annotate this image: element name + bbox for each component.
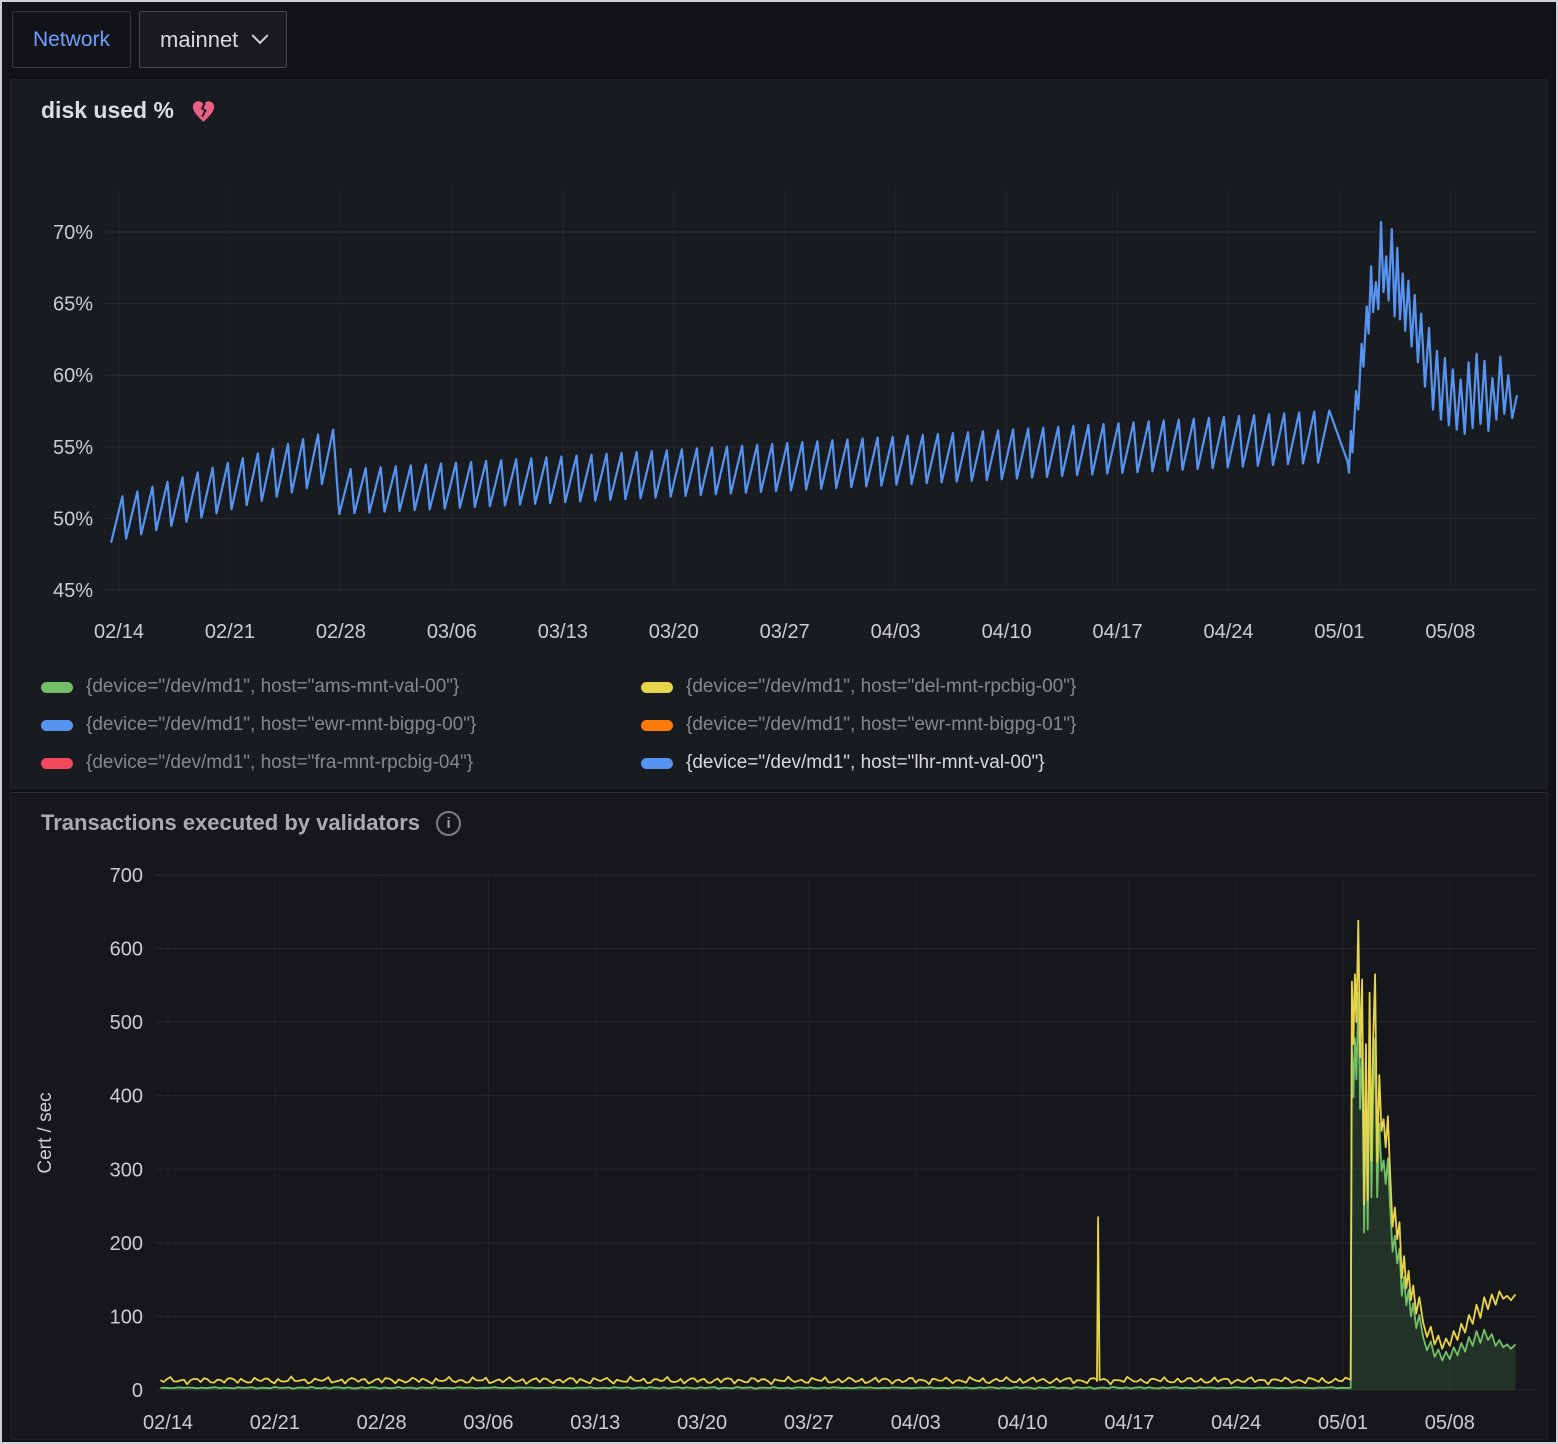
disk-used-panel-title[interactable]: disk used %: [41, 97, 174, 124]
x-tick-label: 04/10: [982, 621, 1032, 643]
legend-color-marker: [41, 758, 73, 769]
y-tick-label: 45%: [53, 580, 93, 602]
legend-item-label: {device="/dev/md1", host="fra-mnt-rpcbig…: [86, 752, 473, 774]
x-tick-label: 03/20: [649, 621, 699, 643]
legend-item-ams-mnt-val-00[interactable]: {device="/dev/md1", host="ams-mnt-val-00…: [41, 676, 641, 698]
y-tick-label: 100: [110, 1306, 143, 1328]
disk-used-chart[interactable]: 45% 50% 55% 60% 65% 70% 02/14 02/21 02/28 03/06 03…: [11, 124, 1547, 664]
y-tick-label: 200: [110, 1233, 143, 1255]
x-tick-label: 04/10: [998, 1412, 1048, 1434]
legend-item-label: {device="/dev/md1", host="ewr-mnt-bigpg-…: [686, 714, 1076, 736]
y-tick-label: 500: [110, 1012, 143, 1034]
y-tick-label: 65%: [53, 294, 93, 316]
legend-item-ewr-mnt-bigpg-01[interactable]: {device="/dev/md1", host="ewr-mnt-bigpg-…: [641, 714, 1547, 736]
x-tick-label: 02/21: [250, 1412, 300, 1434]
disk-used-panel: disk used % 45% 50% 55% 60% 65% 70% 02/14 02/21…: [10, 79, 1548, 789]
y-tick-label: 70%: [53, 222, 93, 244]
legend-color-marker: [641, 758, 673, 769]
y-axis-title: Cert / sec: [35, 1092, 56, 1173]
x-tick-label: 03/20: [677, 1412, 727, 1434]
transactions-line-validators-yellow: [160, 921, 1515, 1385]
legend-color-marker: [41, 682, 73, 693]
y-tick-label: 300: [110, 1159, 143, 1181]
legend-item-label: {device="/dev/md1", host="ewr-mnt-bigpg-…: [86, 714, 476, 736]
info-icon[interactable]: i: [436, 811, 461, 836]
y-tick-label: 55%: [53, 437, 93, 459]
legend-item-ewr-mnt-bigpg-00[interactable]: {device="/dev/md1", host="ewr-mnt-bigpg-…: [41, 714, 641, 736]
y-tick-label: 60%: [53, 365, 93, 387]
legend-color-marker: [641, 682, 673, 693]
legend-item-label: {device="/dev/md1", host="lhr-mnt-val-00…: [686, 752, 1045, 774]
x-tick-label: 02/14: [143, 1412, 193, 1434]
y-tick-label: 0: [132, 1380, 143, 1402]
x-tick-label: 03/13: [538, 621, 588, 643]
x-tick-label: 02/14: [94, 621, 144, 643]
x-tick-label: 02/28: [316, 621, 366, 643]
x-tick-label: 05/01: [1314, 621, 1364, 643]
transactions-panel: Transactions executed by validators i 0 1…: [10, 792, 1548, 1440]
x-tick-label: 04/17: [1093, 621, 1143, 643]
y-tick-label: 400: [110, 1086, 143, 1108]
broken-heart-icon: [190, 98, 217, 125]
x-tick-label: 03/27: [784, 1412, 834, 1434]
transactions-panel-header: Transactions executed by validators i: [11, 793, 1547, 837]
disk-used-legend: {device="/dev/md1", host="ams-mnt-val-00…: [11, 664, 1547, 774]
y-tick-label: 700: [110, 865, 143, 887]
disk-used-line-lhr-mnt-val-00: [111, 222, 1517, 543]
legend-color-marker: [41, 720, 73, 731]
legend-color-marker: [641, 720, 673, 731]
legend-item-del-mnt-rpcbig-00[interactable]: {device="/dev/md1", host="del-mnt-rpcbig…: [641, 676, 1547, 698]
grafana-dashboard: Network mainnet disk used % 45% 50% 55% 60%…: [0, 0, 1558, 1444]
legend-item-lhr-mnt-val-00[interactable]: {device="/dev/md1", host="lhr-mnt-val-00…: [641, 752, 1547, 774]
x-tick-label: 04/24: [1203, 621, 1253, 643]
x-tick-label: 04/24: [1211, 1412, 1261, 1434]
legend-item-label: {device="/dev/md1", host="ams-mnt-val-00…: [86, 676, 459, 698]
network-variable-label: Network: [12, 11, 131, 68]
transactions-chart[interactable]: 0 100 200 300 400 500 600 700 02/14 02/21 02/28 03/…: [11, 837, 1547, 1437]
x-tick-label: 02/21: [205, 621, 255, 643]
x-tick-label: 04/03: [871, 621, 921, 643]
x-tick-label: 04/17: [1104, 1412, 1154, 1434]
x-tick-label: 03/27: [760, 621, 810, 643]
transactions-panel-title[interactable]: Transactions executed by validators: [41, 810, 420, 836]
x-tick-label: 04/03: [891, 1412, 941, 1434]
chevron-down-icon: [252, 27, 269, 44]
network-variable-dropdown[interactable]: mainnet: [139, 11, 287, 68]
network-value-text: mainnet: [160, 27, 238, 53]
network-label-text: Network: [33, 28, 110, 52]
series-area-fill-validators-green: [160, 993, 1515, 1390]
y-tick-label: 600: [110, 939, 143, 961]
x-tick-label: 05/01: [1318, 1412, 1368, 1434]
x-tick-label: 05/08: [1425, 1412, 1475, 1434]
variable-bar: Network mainnet: [2, 2, 1556, 70]
transactions-line-validators-green: [160, 993, 1515, 1389]
x-tick-label: 03/06: [463, 1412, 513, 1434]
legend-item-fra-mnt-rpcbig-04[interactable]: {device="/dev/md1", host="fra-mnt-rpcbig…: [41, 752, 641, 774]
legend-item-label: {device="/dev/md1", host="del-mnt-rpcbig…: [686, 676, 1076, 698]
disk-used-panel-header: disk used %: [11, 80, 1547, 124]
x-tick-label: 03/13: [570, 1412, 620, 1434]
x-tick-label: 03/06: [427, 621, 477, 643]
x-tick-label: 05/08: [1425, 621, 1475, 643]
y-tick-label: 50%: [53, 508, 93, 530]
x-tick-label: 02/28: [357, 1412, 407, 1434]
